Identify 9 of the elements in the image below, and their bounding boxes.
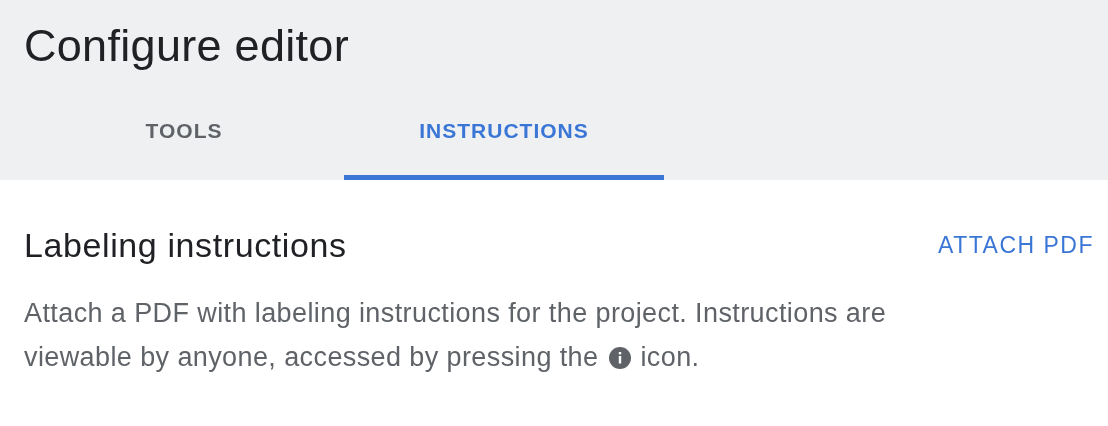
description-text: Attach a PDF with labeling instructions for the project. Instructions are [24, 298, 887, 328]
description-text: icon. [640, 342, 700, 372]
info-icon [608, 346, 633, 370]
section-title: Labeling instructions [24, 226, 347, 265]
dialog-title: Configure editor [23, 19, 350, 73]
attach-pdf-button[interactable]: ATTACH PDF [938, 232, 1094, 259]
description-text: viewable by anyone, accessed by pressing the [24, 342, 599, 372]
tab[interactable]: INSTRUCTIONS [344, 92, 664, 180]
tab[interactable]: TOOLS [24, 92, 344, 180]
